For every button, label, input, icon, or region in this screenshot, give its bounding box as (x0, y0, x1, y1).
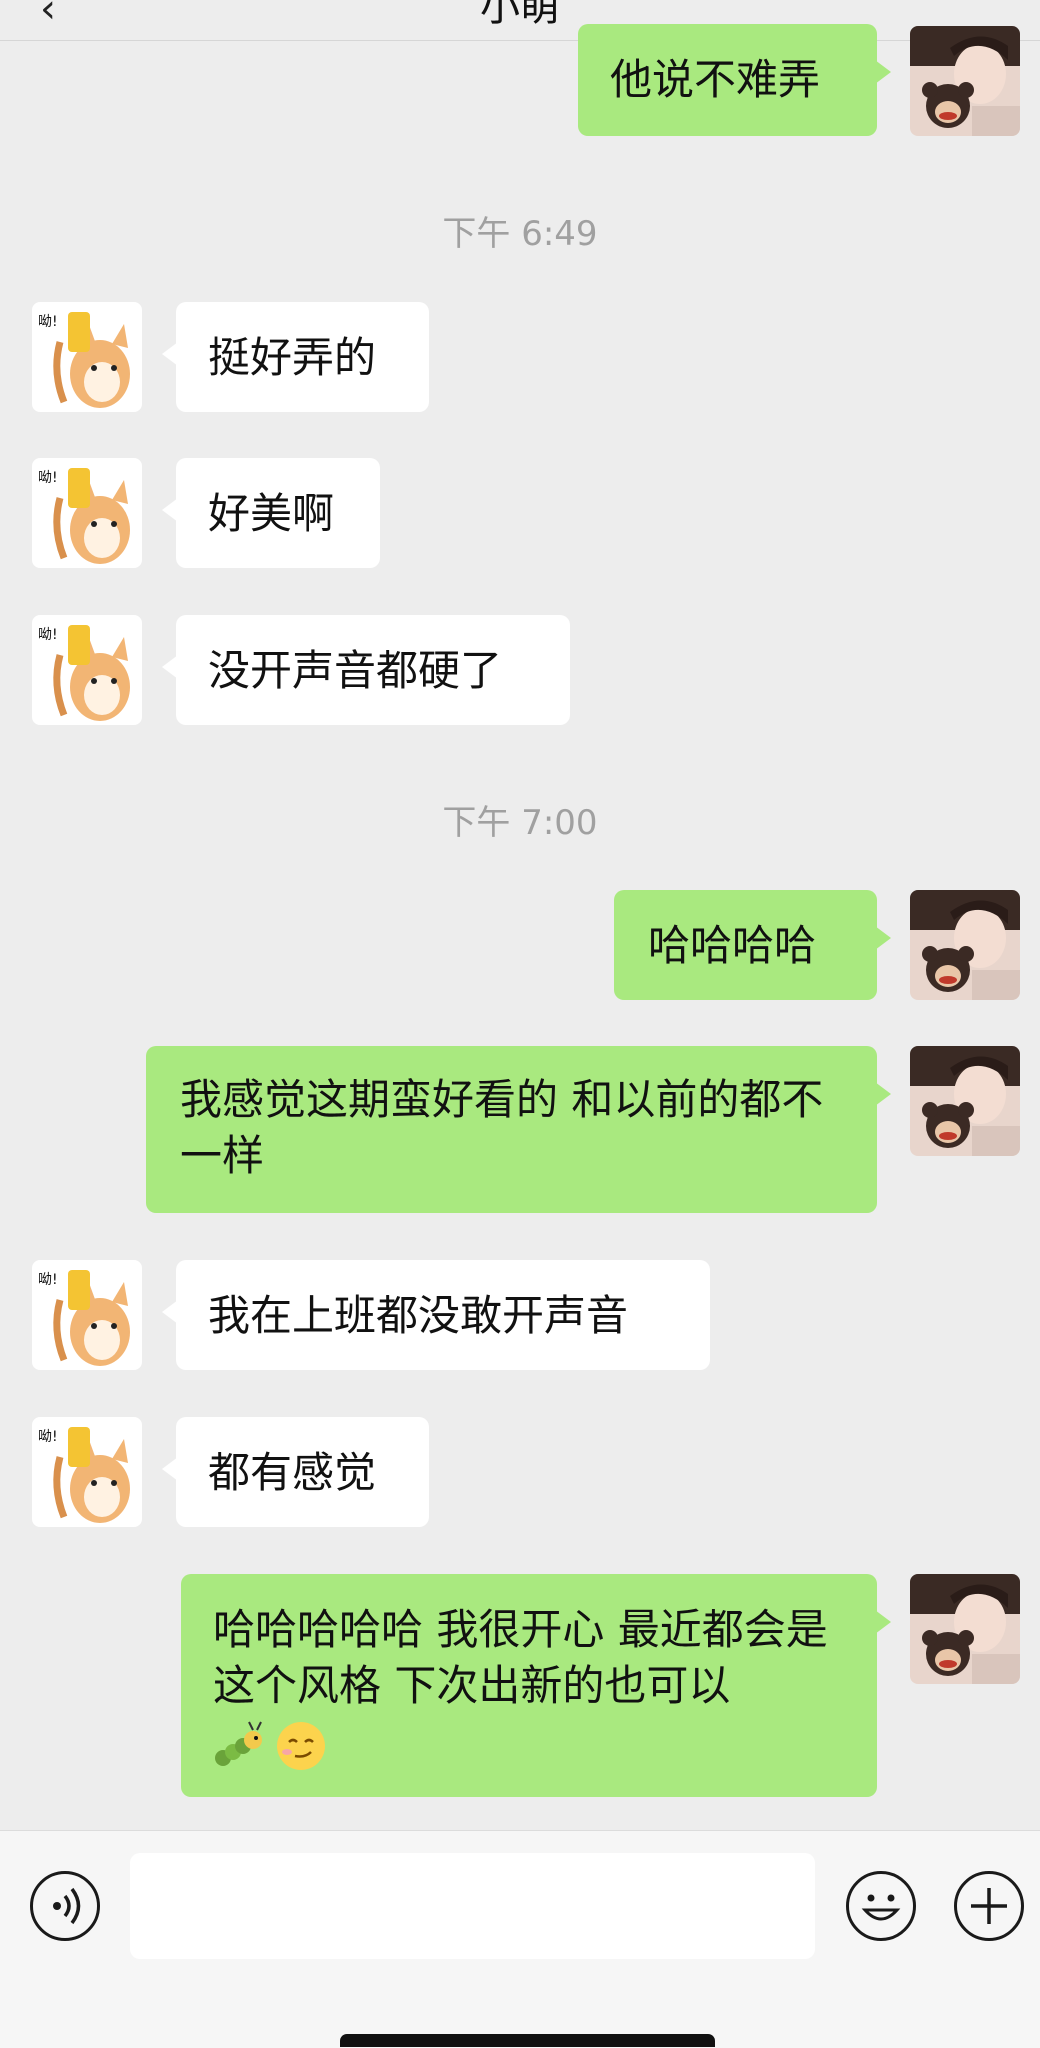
svg-text:呦!: 呦! (38, 627, 58, 643)
cat-avatar-image: 呦! (32, 1260, 142, 1370)
message-bubble-received[interactable]: 我在上班都没敢开声音 (162, 1260, 710, 1370)
message-bubble-sent[interactable]: 我感觉这期蛮好看的 和以前的都不一样 (146, 1046, 891, 1213)
cat-avatar-image: 呦! (32, 615, 142, 725)
more-button[interactable] (954, 1871, 1024, 1941)
message-text: 我在上班都没敢开声音 (208, 1291, 629, 1340)
chat-header: ‹ 小萌 (0, 0, 1040, 41)
contact-avatar[interactable]: 呦! (32, 458, 142, 568)
svg-text:呦!: 呦! (38, 1429, 58, 1445)
caterpillar-emoji-and-smirk-face-emoji (215, 1721, 325, 1770)
timestamp: 下午 7:00 (442, 803, 598, 843)
emoji-icon (861, 1894, 901, 1921)
message-bubble-received[interactable]: 都有感觉 (162, 1417, 429, 1527)
home-indicator (340, 2034, 715, 2047)
my-avatar[interactable] (910, 26, 1020, 136)
woman-with-monkey-avatar-image (910, 890, 1020, 1000)
message-bubble-received[interactable]: 挺好弄的 (162, 302, 429, 412)
my-avatar[interactable] (910, 1574, 1020, 1684)
voice-icon (53, 1887, 81, 1925)
caterpillar-emoji (215, 1721, 262, 1766)
contact-avatar[interactable]: 呦! (32, 1417, 142, 1527)
my-avatar[interactable] (910, 890, 1020, 1000)
voice-button[interactable] (30, 1871, 100, 1941)
timestamp: 下午 6:49 (442, 214, 598, 254)
message-input[interactable] (130, 1853, 815, 1959)
message-text: 哈哈哈哈 (648, 921, 817, 970)
contact-avatar[interactable]: 呦! (32, 302, 142, 412)
message-text: 哈哈哈哈哈 我很开心 最近都会是这个风格 下次出新的也可以 (213, 1605, 828, 1710)
message-text: 我感觉这期蛮好看的 和以前的都不一样 (180, 1075, 824, 1180)
message-text: 都有感觉 (208, 1448, 377, 1497)
message-text: 他说不难弄 (610, 55, 821, 104)
emoji-button[interactable] (846, 1871, 916, 1941)
svg-text:呦!: 呦! (38, 314, 58, 330)
contact-avatar[interactable]: 呦! (32, 615, 142, 725)
message-bubble-received[interactable]: 好美啊 (162, 458, 380, 568)
message-text: 没开声音都硬了 (208, 646, 503, 695)
message-bubble-sent[interactable]: 他说不难弄 (578, 24, 891, 136)
woman-with-monkey-avatar-image (910, 1574, 1020, 1684)
svg-text:呦!: 呦! (38, 1272, 58, 1288)
svg-text:呦!: 呦! (38, 470, 58, 486)
message-text: 挺好弄的 (208, 333, 377, 382)
message-bubble-sent[interactable]: 哈哈哈哈哈 我很开心 最近都会是这个风格 下次出新的也可以 (181, 1574, 891, 1797)
plus-icon (971, 1888, 1007, 1924)
message-bubble-received[interactable]: 没开声音都硬了 (162, 615, 570, 725)
contact-avatar[interactable]: 呦! (32, 1260, 142, 1370)
message-bubble-sent[interactable]: 哈哈哈哈 (614, 890, 891, 1000)
back-icon[interactable]: ‹ (40, 0, 56, 32)
smirk-face-emoji (277, 1722, 325, 1770)
cat-avatar-image: 呦! (32, 1417, 142, 1527)
cat-avatar-image: 呦! (32, 302, 142, 412)
cat-avatar-image: 呦! (32, 458, 142, 568)
message-text: 好美啊 (208, 489, 335, 538)
woman-with-monkey-avatar-image (910, 1046, 1020, 1156)
emoji-row (213, 1718, 845, 1774)
my-avatar[interactable] (910, 1046, 1020, 1156)
woman-with-monkey-avatar-image (910, 26, 1020, 136)
